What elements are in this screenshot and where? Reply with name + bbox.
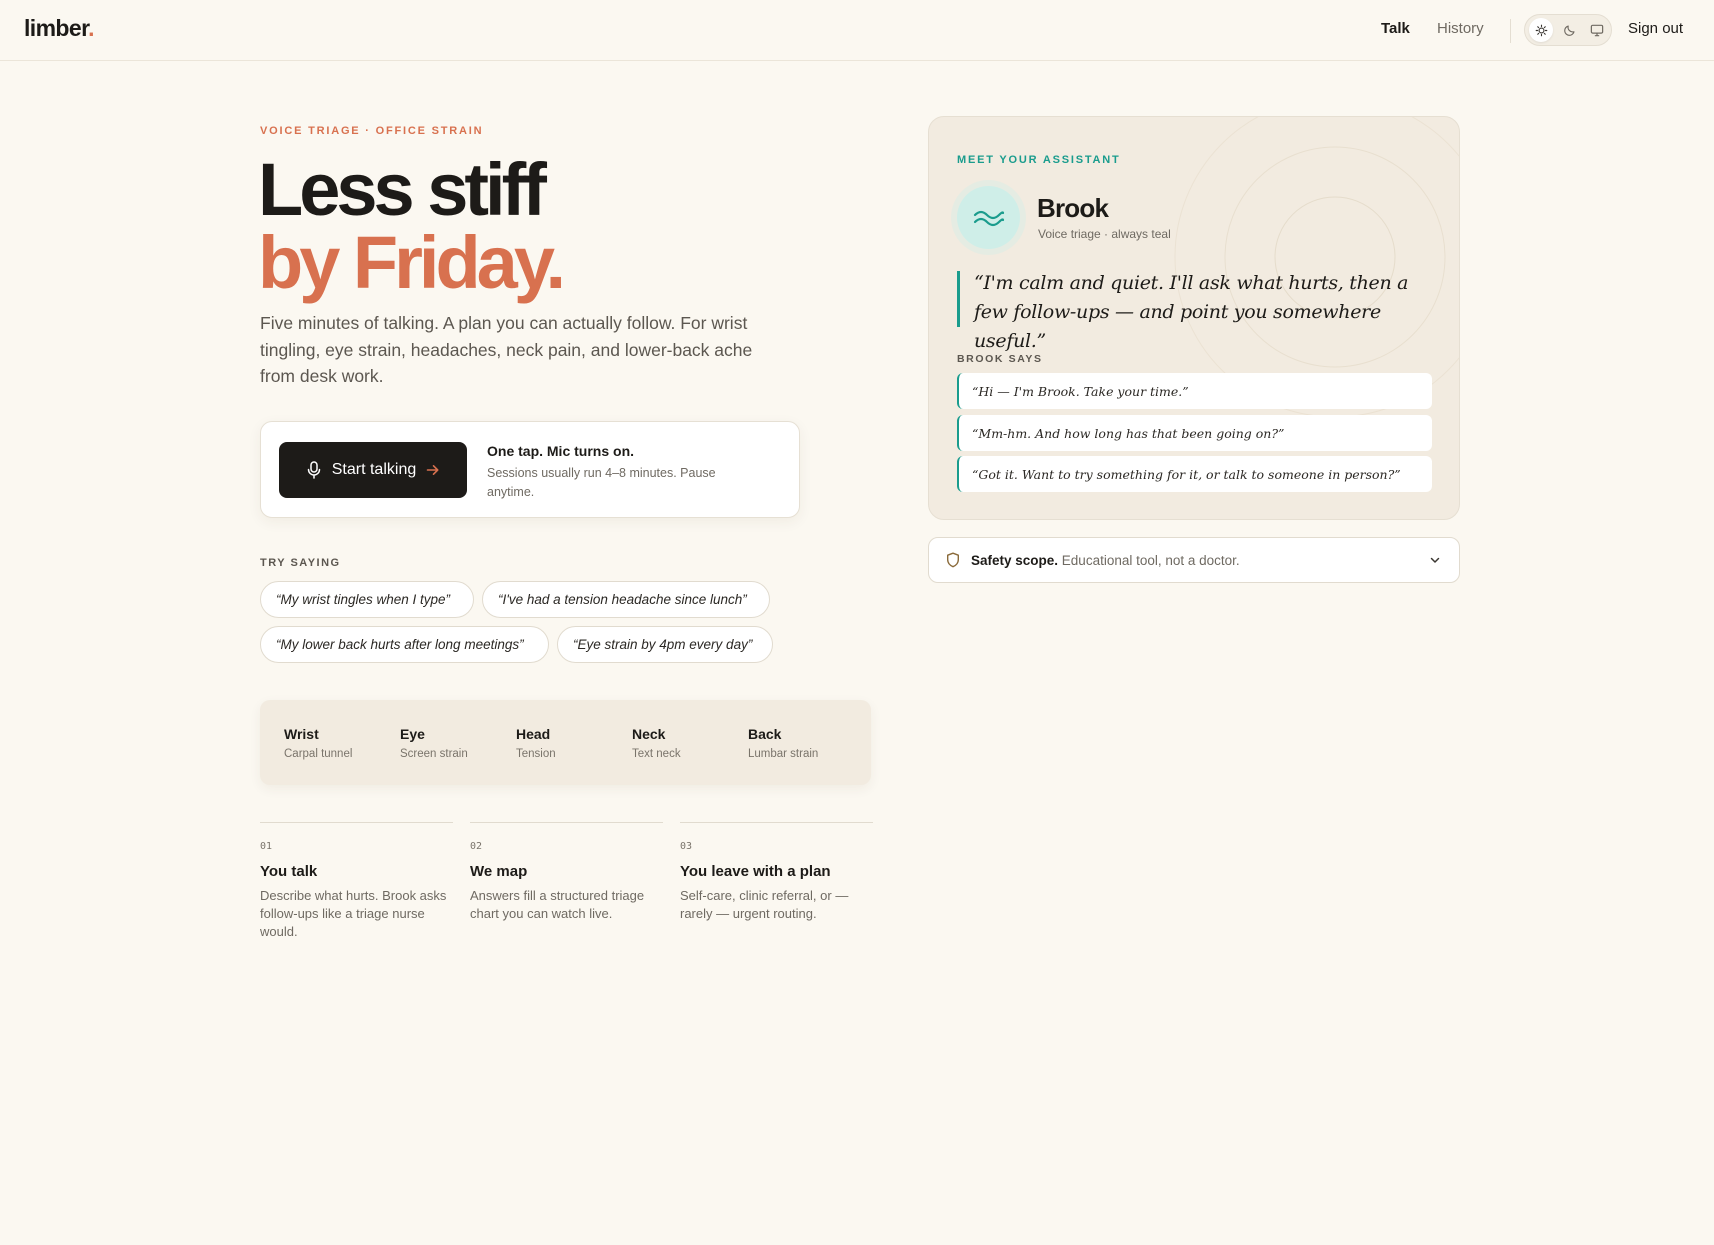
suggestion-chip[interactable]: “Eye strain by 4pm every day”: [557, 626, 773, 663]
theme-toggle: [1524, 14, 1612, 46]
top-bar: limber. Talk History Sign out: [0, 0, 1714, 61]
logo-dot: .: [88, 15, 94, 41]
theme-system-button[interactable]: [1585, 18, 1609, 42]
step-description: Answers fill a structured triage chart y…: [470, 888, 645, 921]
hero-intro: Five minutes of talking. A plan you can …: [260, 313, 753, 386]
area-back: Back Lumbar strain: [748, 726, 818, 760]
start-talking-button[interactable]: Start talking: [279, 442, 467, 498]
suggestion-chip[interactable]: “My wrist tingles when I type”: [260, 581, 474, 618]
hero-title-line1: Less stiff: [258, 148, 547, 231]
nav-history[interactable]: History: [1437, 20, 1484, 37]
logo-text: limber: [24, 15, 89, 41]
nav-divider: [1510, 19, 1511, 43]
area-name: Neck: [632, 726, 666, 742]
eyebrow-label: VOICE TRIAGE · OFFICE STRAIN: [260, 125, 484, 137]
step-number: 01: [260, 841, 273, 852]
area-condition: Tension: [516, 748, 556, 760]
speech-bubble: “Hi — I'm Brook. Take your time.”: [957, 373, 1432, 409]
hero-title-line2: by Friday.: [258, 221, 566, 304]
safety-scope-disclosure[interactable]: Safety scope. Educational tool, not a do…: [928, 537, 1460, 583]
step-number: 03: [680, 841, 693, 852]
step-description: Describe what hurts. Brook asks follow-u…: [260, 888, 447, 939]
cta-card: Start talking One tap. Mic turns on. Ses…: [260, 421, 800, 518]
theme-light-button[interactable]: [1529, 18, 1553, 42]
brook-says-label: BROOK SAYS: [957, 353, 1043, 365]
shield-icon: [947, 552, 959, 568]
step-title: You talk: [260, 863, 318, 880]
meet-assistant-label: MEET YOUR ASSISTANT: [957, 154, 1121, 166]
safety-scope-text: Safety scope. Educational tool, not a do…: [971, 553, 1240, 568]
step-plan: 03 You leave with a plan Self-care, clin…: [680, 822, 873, 923]
speech-bubble: “Mm-hm. And how long has that been going…: [957, 415, 1432, 451]
safety-scope-title: Safety scope.: [971, 553, 1059, 568]
area-condition: Carpal tunnel: [284, 748, 353, 760]
arrow-right-icon: [426, 465, 439, 475]
step-you-talk: 01 You talk Describe what hurts. Brook a…: [260, 822, 453, 941]
cta-title: One tap. Mic turns on.: [487, 443, 635, 459]
body-areas-panel: Wrist Carpal tunnel Eye Screen strain He…: [260, 700, 871, 785]
area-name: Wrist: [284, 726, 319, 742]
step-we-map: 02 We map Answers fill a structured tria…: [470, 822, 663, 923]
step-number: 02: [470, 841, 483, 852]
start-talking-label: Start talking: [331, 461, 417, 478]
step-title: We map: [470, 863, 528, 880]
moon-icon: [1563, 24, 1575, 36]
step-title: You leave with a plan: [680, 863, 831, 880]
area-name: Head: [516, 726, 551, 742]
step-description: Self-care, clinic referral, or — rarely …: [680, 888, 849, 921]
monitor-icon: [1590, 24, 1604, 36]
assistant-subtitle: Voice triage · always teal: [1038, 227, 1171, 241]
assistant-quote: “I'm calm and quiet. I'll ask what hurts…: [974, 272, 1409, 352]
area-head: Head Tension: [516, 726, 556, 760]
area-condition: Lumbar strain: [748, 748, 819, 760]
theme-dark-button[interactable]: [1557, 18, 1581, 42]
suggestion-chip[interactable]: “I've had a tension headache since lunch…: [482, 581, 770, 618]
wave-icon: [973, 210, 1004, 226]
try-saying-label: TRY SAYING: [260, 557, 341, 569]
nav-talk[interactable]: Talk: [1381, 20, 1410, 37]
safety-scope-description: Educational tool, not a doctor.: [1058, 553, 1240, 568]
area-neck: Neck Text neck: [632, 726, 681, 760]
sun-icon: [1535, 24, 1547, 36]
cta-subtitle: Sessions usually run 4–8 minutes. Pause …: [487, 466, 716, 499]
area-condition: Text neck: [632, 748, 681, 760]
assistant-card: MEET YOUR ASSISTANT Brook Voice triage ·…: [928, 116, 1460, 520]
suggestion-chip[interactable]: “My lower back hurts after long meetings…: [260, 626, 549, 663]
speech-bubble: “Got it. Want to try something for it, o…: [957, 456, 1432, 492]
area-name: Back: [748, 726, 782, 742]
sign-out-button[interactable]: Sign out: [1628, 20, 1683, 37]
area-name: Eye: [400, 726, 425, 742]
avatar: [957, 186, 1020, 249]
area-wrist: Wrist Carpal tunnel: [284, 726, 352, 760]
area-eye: Eye Screen strain: [400, 726, 468, 760]
area-condition: Screen strain: [400, 748, 468, 760]
microphone-icon: [307, 461, 320, 479]
chevron-down-icon: [1430, 557, 1440, 563]
quote-accent-bar: [957, 271, 960, 327]
assistant-name: Brook: [1037, 193, 1109, 223]
logo[interactable]: limber.: [24, 15, 95, 42]
